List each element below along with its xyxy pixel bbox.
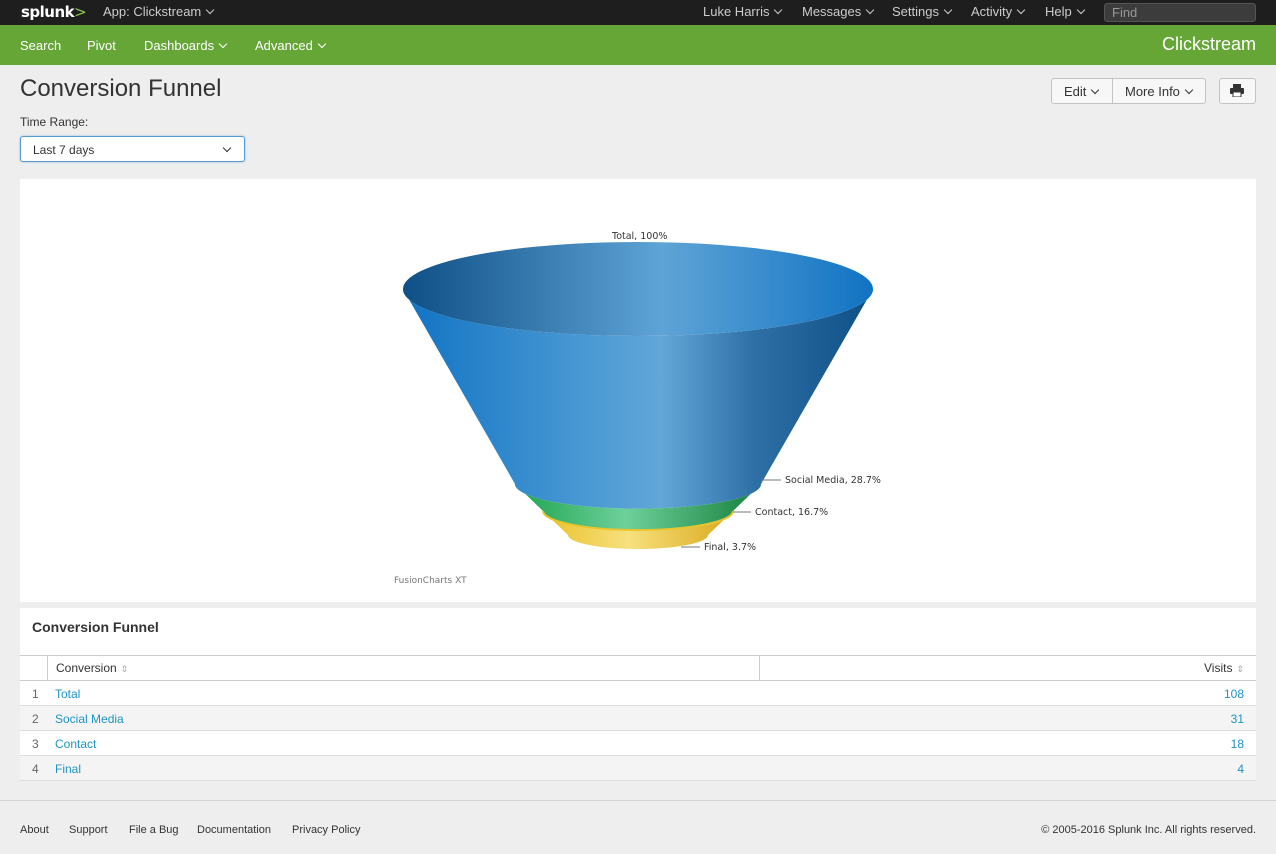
row-index: 3 [32,737,39,751]
visits-link[interactable]: 108 [1224,687,1244,701]
sort-icon: ⇕ [1236,664,1244,674]
funnel-stage-label: Final, 3.7% [704,542,756,553]
conversion-link[interactable]: Total [55,687,80,701]
funnel-top-rim [403,242,873,336]
visits-link[interactable]: 4 [1237,762,1244,776]
app-menu-label: App: Clickstream [103,4,202,19]
sort-icon: ⇕ [120,664,129,674]
chevron-down-icon [317,39,327,49]
settings-menu[interactable]: Settings [892,4,953,19]
footer-file-bug-link[interactable]: File a Bug [129,824,179,836]
footer: About Support File a Bug Documentation P… [0,800,1276,854]
nav-advanced-label: Advanced [255,38,313,53]
activity-menu-label: Activity [971,4,1013,19]
row-index: 4 [32,762,39,776]
conversion-link[interactable]: Final [55,762,81,776]
chevron-down-icon [1016,5,1026,15]
row-index: 1 [32,687,39,701]
help-menu-label: Help [1045,4,1072,19]
footer-documentation-link[interactable]: Documentation [197,824,271,836]
nav-dashboards-label: Dashboards [144,38,215,53]
find-input[interactable] [1104,3,1256,22]
edit-button-label: Edit [1064,84,1087,99]
copyright-text: © 2005-2016 Splunk Inc. All rights reser… [1041,824,1256,836]
app-title[interactable]: Clickstream [1162,34,1256,55]
more-info-button[interactable]: More Info [1112,78,1206,104]
top-bar: splunk> App: Clickstream Luke Harris Mes… [0,0,1276,25]
chevron-down-icon [222,143,232,153]
column-header-visits-label: Visits [1204,661,1233,675]
messages-menu[interactable]: Messages [802,4,875,19]
conversion-link[interactable]: Social Media [55,712,124,726]
conversion-link[interactable]: Contact [55,737,96,751]
column-header-conversion[interactable]: Conversion ⇕ [48,656,760,680]
settings-menu-label: Settings [892,4,939,19]
app-menu[interactable]: App: Clickstream [103,4,215,19]
funnel-chart-panel: Total, 100% Social Media, 28.7% Contact, 1… [20,179,1256,602]
chevron-down-icon [1184,85,1194,95]
chevron-down-icon [1091,85,1100,95]
row-number-header [20,656,48,680]
column-header-visits[interactable]: Visits ⇕ [760,656,1256,680]
print-icon [1230,84,1244,98]
nav-dashboards[interactable]: Dashboards [144,38,228,53]
time-range-picker[interactable]: Last 7 days [20,136,245,162]
footer-about-link[interactable]: About [20,824,49,836]
table-title: Conversion Funnel [32,619,159,635]
table-row: 2 Social Media 31 [20,706,1256,731]
print-button[interactable] [1219,78,1256,104]
column-header-conversion-label: Conversion [56,661,117,675]
chevron-down-icon [866,5,875,15]
help-menu[interactable]: Help [1045,4,1085,19]
edit-button[interactable]: Edit [1051,78,1113,104]
user-menu-label: Luke Harris [703,4,770,19]
nav-search[interactable]: Search [20,38,61,53]
more-info-button-label: More Info [1125,84,1180,99]
time-range-label: Time Range: [20,115,89,129]
visits-link[interactable]: 31 [1231,712,1244,726]
table-row: 4 Final 4 [20,756,1256,781]
visits-link[interactable]: 18 [1231,737,1244,751]
app-bar: Search Pivot Dashboards Advanced Clickst… [0,25,1276,65]
table-header: Conversion ⇕ Visits ⇕ [20,655,1256,681]
nav-advanced[interactable]: Advanced [255,38,327,53]
chevron-down-icon [1076,5,1085,15]
funnel-stage-label: Contact, 16.7% [755,507,828,518]
nav-pivot[interactable]: Pivot [87,38,116,53]
time-range-value: Last 7 days [33,143,95,157]
chart-credit: FusionCharts XT [394,576,467,586]
chevron-down-icon [206,5,215,15]
page-title: Conversion Funnel [20,75,222,102]
table-row: 1 Total 108 [20,681,1256,706]
funnel-stage-label: Social Media, 28.7% [785,475,881,486]
funnel-chart: Total, 100% Social Media, 28.7% Contact, 1… [394,231,881,586]
splunk-logo[interactable]: splunk> [21,3,87,21]
footer-privacy-link[interactable]: Privacy Policy [292,824,360,836]
activity-menu[interactable]: Activity [971,4,1026,19]
chevron-down-icon [943,5,953,15]
funnel-stage-label: Total, 100% [611,231,667,242]
user-menu[interactable]: Luke Harris [703,4,783,19]
chevron-down-icon [774,5,783,15]
row-index: 2 [32,712,39,726]
messages-menu-label: Messages [802,4,862,19]
table-row: 3 Contact 18 [20,731,1256,756]
footer-support-link[interactable]: Support [69,824,108,836]
chevron-down-icon [218,39,228,49]
results-table-panel: Conversion Funnel Conversion ⇕ Visits ⇕ 1 … [20,608,1256,781]
